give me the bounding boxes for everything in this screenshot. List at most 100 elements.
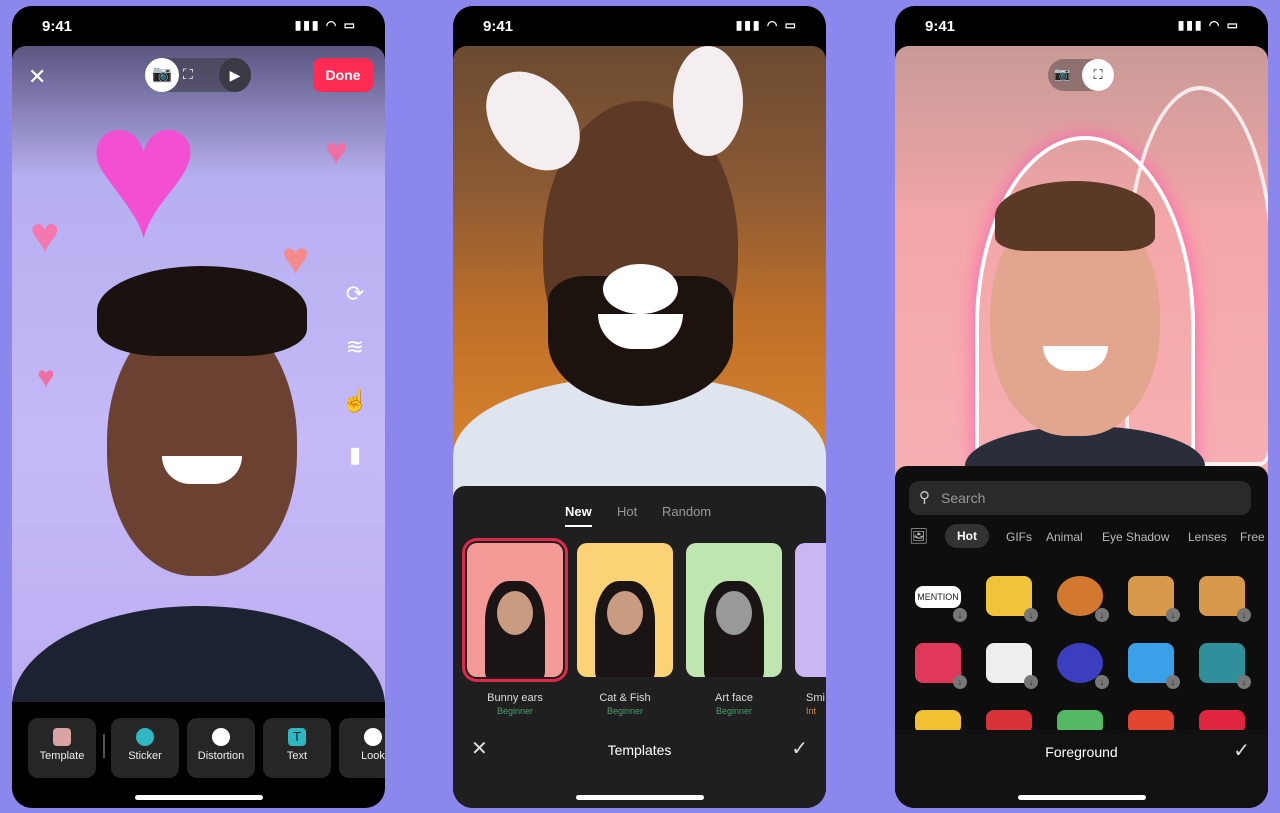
camera-icon[interactable]: 📷 [1054,66,1070,82]
touch-icon[interactable]: ☝ [341,388,369,414]
text-icon: T [288,728,306,746]
template-icon [53,728,71,746]
status-bar: 9:41 ▮▮▮ ◠ ▭ [895,6,1268,46]
camera-preview: ♥ ♥ ♥ ♥ ♥ [12,46,385,702]
bunny-nose-effect [603,264,678,314]
capture-mode-toggle[interactable]: 📷 ⛶ [1048,59,1114,91]
heart-icon: ♥ [30,207,60,263]
heart-icon: ♥ [282,232,310,284]
download-icon[interactable]: ↓ [1024,675,1038,689]
check-icon[interactable]: ✓ [1233,738,1250,763]
search-input[interactable]: ⚲ Search [909,481,1251,515]
layers-icon[interactable]: ≋ [341,334,369,360]
search-icon: ⚲ [919,489,930,506]
status-bar: 9:41 ▮▮▮ ◠ ▭ [12,6,385,46]
template-label: Template [39,750,85,762]
download-icon[interactable]: ↓ [1237,608,1251,622]
heart-icon: ♥ [325,131,348,173]
card-face [607,591,643,635]
close-icon[interactable]: ✕ [28,64,46,90]
download-icon[interactable]: ↓ [1237,675,1251,689]
face-scan-icon[interactable]: ⛶ [1082,59,1114,91]
chip-hot[interactable]: Hot [945,524,989,548]
chip-lenses[interactable]: Lenses [1188,530,1227,544]
template-card-cat-fish[interactable] [577,543,673,677]
template-card-art-face[interactable] [686,543,782,677]
camera-icon[interactable]: 📷 [145,58,179,92]
template-name: Cat & Fish [599,692,651,704]
face-scan-icon[interactable]: ⛶ [183,66,193,83]
download-icon[interactable]: ↓ [953,675,967,689]
download-icon[interactable]: ↓ [1095,608,1109,622]
template-level: Int [806,706,817,716]
camera-preview [453,46,826,506]
text-button[interactable]: T Text [263,718,331,778]
bunny-ear-right [673,46,743,156]
divider [103,734,105,758]
home-indicator [575,795,704,800]
person-shirt [12,606,385,702]
sticker-button[interactable]: Sticker [111,718,179,778]
panel-title: Foreground [1045,744,1118,760]
tab-new[interactable]: New [565,504,592,527]
person-hair [97,266,307,356]
signal-wifi-battery-icon: ▮▮▮ ◠ ▭ [735,18,798,32]
capture-mode-toggle[interactable]: 📷 ⛶ ▶ [145,58,251,92]
flip-icon[interactable]: ⟳ [341,281,369,307]
template-name: Bunny ears [487,692,543,704]
templates-panel: New Hot Random Bunny ears Beginner Cat &… [453,486,826,808]
person-hair [995,181,1155,251]
chip-free[interactable]: Free [1240,530,1265,544]
download-icon[interactable]: ↓ [953,608,967,622]
template-card-bunny-ears[interactable] [462,538,568,682]
look-icon [364,728,382,746]
phone-foreground-stickers: 9:41 ▮▮▮ ◠ ▭ 📷 ⛶ ⚲ Search 🖼 Hot GIFs Ani… [895,6,1268,808]
panel-title: Templates [607,742,672,758]
signal-wifi-battery-icon: ▮▮▮ ◠ ▭ [1177,18,1240,32]
phone-templates: 9:41 ▮▮▮ ◠ ▭ New Hot Random Bunny ears B… [453,6,826,808]
template-level: Beginner [496,706,534,716]
sticker-item[interactable]: MENTION [915,586,961,608]
look-button[interactable]: Look [339,718,385,778]
play-icon[interactable]: ▶ [219,58,251,92]
card-face [497,591,533,635]
chip-animal[interactable]: Animal [1046,530,1083,544]
tab-hot[interactable]: Hot [617,504,637,519]
search-placeholder: Search [941,490,986,506]
heart-icon: ♥ [37,361,55,394]
status-time: 9:41 [925,18,956,35]
download-icon[interactable]: ↓ [1024,608,1038,622]
home-indicator [1017,795,1146,800]
template-card-smi[interactable] [795,543,826,677]
camera-preview [895,46,1268,486]
add-image-icon[interactable]: 🖼 [909,527,928,545]
big-heart-effect: ♥ [87,65,200,277]
template-name: Art face [715,692,753,704]
template-level: Beginner [606,706,644,716]
done-button[interactable]: Done [313,58,373,92]
book-icon[interactable]: ▮ [341,442,369,468]
chip-eye-shadow[interactable]: Eye Shadow [1102,530,1169,544]
download-icon[interactable]: ↓ [1166,675,1180,689]
sticker-panel: ⚲ Search 🖼 Hot GIFs Animal Eye Shadow Le… [895,466,1268,808]
sticker-icon [136,728,154,746]
status-time: 9:41 [483,18,514,35]
phone-effect-editor: 9:41 ▮▮▮ ◠ ▭ ♥ ♥ ♥ ♥ ♥ ✕ 📷 ⛶ ▶ Done ⟳ ≋ … [12,6,385,808]
tab-random[interactable]: Random [662,504,711,519]
distortion-label: Distortion [197,750,245,762]
signal-wifi-battery-icon: ▮▮▮ ◠ ▭ [294,18,357,32]
home-indicator [134,795,263,800]
download-icon[interactable]: ↓ [1095,675,1109,689]
check-icon[interactable]: ✓ [791,736,808,761]
download-icon[interactable]: ↓ [1166,608,1180,622]
look-label: Look [361,750,385,762]
distortion-icon [212,728,230,746]
card-face [716,591,752,635]
status-time: 9:41 [42,18,73,35]
template-button[interactable]: Template [28,718,96,778]
chip-gifs[interactable]: GIFs [1006,530,1032,544]
text-label: Text [286,750,308,762]
template-name: Smi [806,692,825,704]
template-level: Beginner [715,706,753,716]
distortion-button[interactable]: Distortion [187,718,255,778]
